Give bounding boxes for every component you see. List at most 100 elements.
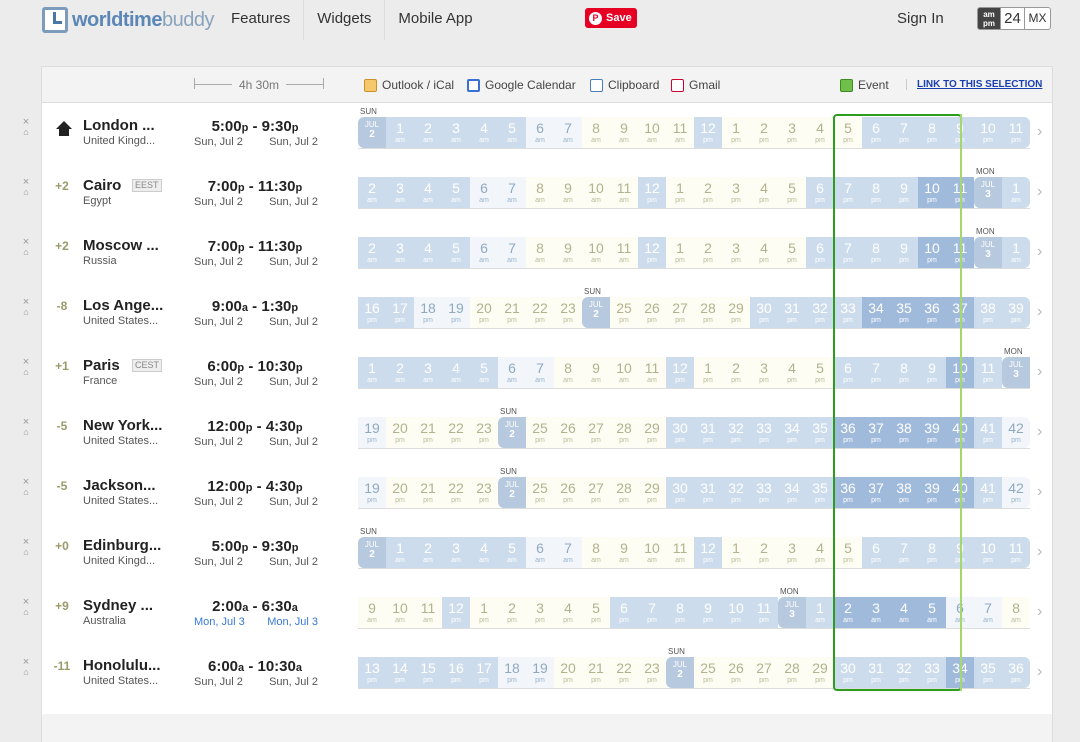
hour-cell[interactable]: 20 pm: [470, 297, 498, 328]
hour-cell[interactable]: 1 pm: [666, 237, 694, 268]
hour-cell[interactable]: 11 am: [666, 117, 694, 148]
hour-cell[interactable]: 28 pm: [778, 657, 806, 688]
hour-cell[interactable]: 22 pm: [610, 657, 638, 688]
hour-cell[interactable]: 10 am: [638, 117, 666, 148]
hour-cell[interactable]: 9 pm: [694, 597, 722, 628]
hour-cell[interactable]: 42 pm: [1002, 477, 1030, 508]
hour-cell[interactable]: 18 pm: [414, 297, 442, 328]
hour-cell[interactable]: 10 pm: [946, 357, 974, 388]
hour-cell[interactable]: 28 pm: [610, 417, 638, 448]
hour-cell[interactable]: 11 am: [610, 177, 638, 208]
remove-icon[interactable]: ×: [20, 177, 32, 188]
hour-cell[interactable]: 26 pm: [554, 477, 582, 508]
remove-icon[interactable]: ×: [20, 417, 32, 428]
hour-cell[interactable]: 25 pm: [610, 297, 638, 328]
hour-cell[interactable]: 38 pm: [890, 477, 918, 508]
hour-cell[interactable]: 2 pm: [694, 177, 722, 208]
hour-cell[interactable]: 7 pm: [862, 357, 890, 388]
hour-cell[interactable]: 5 pm: [778, 177, 806, 208]
date-cell[interactable]: JUL 3: [1002, 357, 1030, 388]
hour-cell[interactable]: 2 am: [358, 237, 386, 268]
hour-cell[interactable]: 34 pm: [946, 657, 974, 688]
link-to-selection[interactable]: LINK TO THIS SELECTION: [906, 79, 1042, 90]
hour-cell[interactable]: 11 pm: [946, 237, 974, 268]
pinterest-save-button[interactable]: P Save: [585, 8, 637, 28]
set-home-icon[interactable]: ⌂: [20, 667, 32, 677]
set-home-icon[interactable]: ⌂: [20, 307, 32, 317]
city-name[interactable]: Honolulu...: [83, 657, 163, 674]
set-home-icon[interactable]: ⌂: [20, 187, 32, 197]
hour-cell[interactable]: 4 am: [442, 357, 470, 388]
hour-cell[interactable]: 9 pm: [918, 357, 946, 388]
hour-cell[interactable]: 11 am: [638, 357, 666, 388]
hour-cell[interactable]: 8 pm: [666, 597, 694, 628]
remove-icon[interactable]: ×: [20, 477, 32, 488]
hour-cell[interactable]: 20 pm: [386, 417, 414, 448]
hour-cell[interactable]: 37 pm: [862, 417, 890, 448]
hour-cell[interactable]: 36 pm: [1002, 657, 1030, 688]
hour-cell[interactable]: 8 pm: [862, 237, 890, 268]
hour-cell[interactable]: 9 pm: [946, 537, 974, 568]
hour-cell[interactable]: 3 am: [442, 117, 470, 148]
hour-cell[interactable]: 2 pm: [750, 117, 778, 148]
hour-cell[interactable]: 19 pm: [442, 297, 470, 328]
hour-cell[interactable]: 12 pm: [638, 177, 666, 208]
nav-features[interactable]: Features: [218, 0, 305, 40]
date-cell[interactable]: JUL 2: [666, 657, 694, 688]
hour-cell[interactable]: 26 pm: [722, 657, 750, 688]
hour-cell[interactable]: 7 am: [526, 357, 554, 388]
hour-cell[interactable]: 6 pm: [834, 357, 862, 388]
hour-cell[interactable]: 9 pm: [946, 117, 974, 148]
hour-cell[interactable]: 11 am: [414, 597, 442, 628]
hour-cell[interactable]: 8 am: [526, 177, 554, 208]
hour-cell[interactable]: 17 pm: [470, 657, 498, 688]
hour-cell[interactable]: 39 pm: [918, 477, 946, 508]
hour-cell[interactable]: 10 pm: [722, 597, 750, 628]
hour-cell[interactable]: 41 pm: [974, 477, 1002, 508]
hour-cell[interactable]: 1 am: [806, 597, 834, 628]
hour-cell[interactable]: 38 pm: [890, 417, 918, 448]
hour-cell[interactable]: 23 pm: [554, 297, 582, 328]
remove-icon[interactable]: ×: [20, 237, 32, 248]
hour-cell[interactable]: 21 pm: [582, 657, 610, 688]
nav-mobile-app[interactable]: Mobile App: [385, 0, 485, 40]
hour-cell[interactable]: 14 pm: [386, 657, 414, 688]
hour-cell[interactable]: 40 pm: [946, 417, 974, 448]
hour-cell[interactable]: 30 pm: [666, 417, 694, 448]
hour-cell[interactable]: 7 pm: [638, 597, 666, 628]
google-calendar-button[interactable]: Google Calendar: [467, 78, 576, 92]
hour-cell[interactable]: 3 am: [386, 177, 414, 208]
hour-cell[interactable]: 2 am: [414, 537, 442, 568]
hour-cell[interactable]: 33 pm: [918, 657, 946, 688]
date-cell[interactable]: JUL 3: [778, 597, 806, 628]
hour-cell[interactable]: 8 am: [582, 537, 610, 568]
hour-cell[interactable]: 25 pm: [526, 477, 554, 508]
chevron-right-icon[interactable]: ›: [1037, 483, 1042, 501]
hour-cell[interactable]: 7 pm: [834, 237, 862, 268]
hour-cell[interactable]: 36 pm: [918, 297, 946, 328]
hour-cell[interactable]: 22 pm: [526, 297, 554, 328]
hour-cell[interactable]: 39 pm: [1002, 297, 1030, 328]
hour-cell[interactable]: 7 am: [498, 237, 526, 268]
hour-cell[interactable]: 32 pm: [890, 657, 918, 688]
hour-cell[interactable]: 1 am: [386, 537, 414, 568]
hour-cell[interactable]: 21 pm: [498, 297, 526, 328]
hour-cell[interactable]: 39 pm: [918, 417, 946, 448]
hour-cell[interactable]: 27 pm: [666, 297, 694, 328]
hour-cell[interactable]: 29 pm: [638, 477, 666, 508]
hour-cell[interactable]: 11 am: [610, 237, 638, 268]
hour-cell[interactable]: 9 am: [554, 237, 582, 268]
hour-cell[interactable]: 29 pm: [722, 297, 750, 328]
hour-cell[interactable]: 2 am: [834, 597, 862, 628]
hour-cell[interactable]: 38 pm: [974, 297, 1002, 328]
hour-cell[interactable]: 26 pm: [638, 297, 666, 328]
event-button[interactable]: Event: [840, 78, 889, 92]
hour-cell[interactable]: 5 am: [442, 177, 470, 208]
logo[interactable]: worldtime buddy: [42, 4, 214, 36]
hour-cell[interactable]: 10 pm: [974, 117, 1002, 148]
set-home-icon[interactable]: ⌂: [20, 487, 32, 497]
hour-cell[interactable]: 9 am: [358, 597, 386, 628]
hour-cell[interactable]: 4 pm: [778, 357, 806, 388]
hour-cell[interactable]: 8 pm: [918, 117, 946, 148]
hour-cell[interactable]: 6 pm: [862, 537, 890, 568]
